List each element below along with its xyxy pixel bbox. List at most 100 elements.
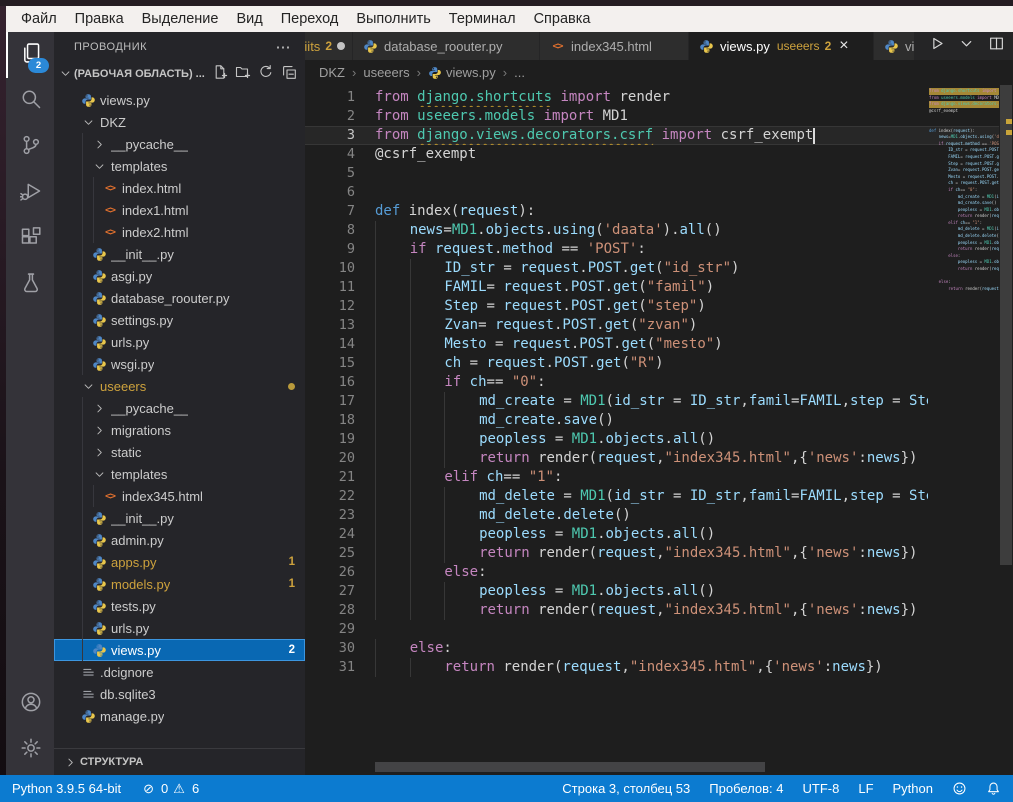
menu-item-5[interactable]: Выполнить [347,8,439,30]
code-editor[interactable]: 1from django.shortcuts import render2fro… [305,85,999,761]
code-line-15[interactable]: 15ch = request.POST.get("R") [305,354,999,373]
workspace-section-header[interactable]: (РАБОЧАЯ ОБЛАСТЬ) ... [54,62,305,85]
tree-item-useeers[interactable]: useeers [54,375,305,397]
horizontal-scrollbar[interactable] [375,762,765,772]
minimap[interactable]: from django.shortcuts import renderfrom … [929,88,999,292]
tree-item-__pycache__[interactable]: __pycache__ [54,397,305,419]
new-file-button[interactable] [212,64,228,83]
scrollbar-thumb[interactable] [1000,85,1012,565]
tree-item-db.sqlite3[interactable]: db.sqlite3 [54,683,305,705]
code-line-8[interactable]: 8news=MD1.objects.using('daata').all() [305,221,999,240]
tree-item-__init__.py[interactable]: __init__.py [54,507,305,529]
activity-source-control-button[interactable] [6,124,54,170]
breadcrumb-item-...[interactable]: ... [514,65,525,80]
language-mode[interactable]: Python [893,781,933,796]
tree-item-DKZ[interactable]: DKZ [54,111,305,133]
code-line-29[interactable]: 29 [305,620,999,639]
code-line-31[interactable]: 31return render(request,"index345.html",… [305,658,999,677]
menu-item-2[interactable]: Выделение [133,8,228,30]
indentation-setting[interactable]: Пробелов: 4 [709,781,783,796]
breadcrumb-item-views.py[interactable]: views.py [428,65,496,80]
outline-section-header[interactable]: СТРУКТУРА [54,748,305,775]
code-line-26[interactable]: 26else: [305,563,999,582]
menu-item-3[interactable]: Вид [227,8,271,30]
menu-item-6[interactable]: Терминал [440,8,525,30]
breadcrumb-item-DKZ[interactable]: DKZ [319,65,345,80]
tree-item-apps.py[interactable]: apps.py1 [54,551,305,573]
activity-run-debug-button[interactable] [6,170,54,216]
tree-item-database_roouter.py[interactable]: database_roouter.py [54,287,305,309]
code-line-12[interactable]: 12Step = request.POST.get("step") [305,297,999,316]
tree-item-index2.html[interactable]: <>index2.html [54,221,305,243]
code-line-13[interactable]: 13Zvan= request.POST.get("zvan") [305,316,999,335]
feedback-icon[interactable] [952,781,967,796]
code-line-28[interactable]: 28return render(request,"index345.html",… [305,601,999,620]
tree-item-models.py[interactable]: models.py1 [54,573,305,595]
notifications-bell-icon[interactable] [986,781,1001,796]
tree-item-asgi.py[interactable]: asgi.py [54,265,305,287]
tree-item-.dcignore[interactable]: .dcignore [54,661,305,683]
breadcrumb-item-useeers[interactable]: useeers [363,65,409,80]
tree-item-urls.py[interactable]: urls.py [54,617,305,639]
tab-database_roouter.py[interactable]: database_roouter.py [353,32,539,60]
code-line-10[interactable]: 10ID_str = request.POST.get("id_str") [305,259,999,278]
cursor-position[interactable]: Строка 3, столбец 53 [562,781,690,796]
tree-item-migrations[interactable]: migrations [54,419,305,441]
tab-diiits[interactable]: diiits2 [305,32,352,60]
tab-vie[interactable]: vie [874,32,914,60]
tree-item-tests.py[interactable]: tests.py [54,595,305,617]
code-line-30[interactable]: 30else: [305,639,999,658]
code-line-9[interactable]: 9if request.method == 'POST': [305,240,999,259]
tree-item-index1.html[interactable]: <>index1.html [54,199,305,221]
code-line-2[interactable]: 2from useeers.models import MD1 [305,107,999,126]
tree-item-static[interactable]: static [54,441,305,463]
tree-item-index345.html[interactable]: <>index345.html [54,485,305,507]
code-line-3[interactable]: 3from django.views.decorators.csrf impor… [305,126,999,145]
code-line-16[interactable]: 16if ch== "0": [305,373,999,392]
split-editor-button[interactable] [988,35,1005,57]
new-folder-button[interactable] [235,64,251,83]
problems-indicator[interactable]: ⊘0 ⚠6 [143,781,199,797]
menu-item-7[interactable]: Справка [525,8,600,30]
menu-item-4[interactable]: Переход [272,8,348,30]
code-line-5[interactable]: 5 [305,164,999,183]
run-button[interactable] [928,35,945,57]
menu-item-1[interactable]: Правка [66,8,133,30]
code-line-14[interactable]: 14Mesto = request.POST.get("mesto") [305,335,999,354]
tree-item-templates[interactable]: templates [54,155,305,177]
code-line-4[interactable]: 4@csrf_exempt [305,145,999,164]
tab-index345.html[interactable]: <>index345.html [540,32,688,60]
python-interpreter[interactable]: Python 3.9.5 64-bit [12,781,121,796]
tree-item-__pycache__[interactable]: __pycache__ [54,133,305,155]
code-line-27[interactable]: 27peopless = MD1.objects.all() [305,582,999,601]
tab-views.py[interactable]: views.pyuseeers2× [689,32,873,60]
code-line-20[interactable]: 20return render(request,"index345.html",… [305,449,999,468]
code-line-6[interactable]: 6 [305,183,999,202]
activity-testing-button[interactable] [6,262,54,308]
code-line-17[interactable]: 17md_create = MD1(id_str = ID_str,famil=… [305,392,999,411]
activity-search-button[interactable] [6,78,54,124]
tree-item-manage.py[interactable]: manage.py [54,705,305,727]
close-tab-icon[interactable]: × [839,37,848,55]
refresh-button[interactable] [258,64,274,83]
code-line-22[interactable]: 22md_delete = MD1(id_str = ID_str,famil=… [305,487,999,506]
menu-item-0[interactable]: Файл [12,8,66,30]
tree-item-admin.py[interactable]: admin.py [54,529,305,551]
vertical-scrollbar[interactable] [999,85,1013,761]
code-line-1[interactable]: 1from django.shortcuts import render [305,88,999,107]
tree-item-wsgi.py[interactable]: wsgi.py [54,353,305,375]
activity-settings-button[interactable] [6,727,54,773]
collapse-all-button[interactable] [281,64,297,83]
code-line-18[interactable]: 18md_create.save() [305,411,999,430]
run-dropdown[interactable] [958,35,975,57]
activity-explorer-button[interactable]: 2 [6,32,54,78]
encoding-setting[interactable]: UTF-8 [803,781,840,796]
explorer-more-actions-icon[interactable]: ⋯ [276,38,292,56]
code-line-24[interactable]: 24peopless = MD1.objects.all() [305,525,999,544]
activity-account-button[interactable] [6,681,54,727]
tree-item-templates[interactable]: templates [54,463,305,485]
tree-item-views.py[interactable]: views.py [54,89,305,111]
tree-item-__init__.py[interactable]: __init__.py [54,243,305,265]
code-line-11[interactable]: 11FAMIL= request.POST.get("famil") [305,278,999,297]
code-line-19[interactable]: 19peopless = MD1.objects.all() [305,430,999,449]
